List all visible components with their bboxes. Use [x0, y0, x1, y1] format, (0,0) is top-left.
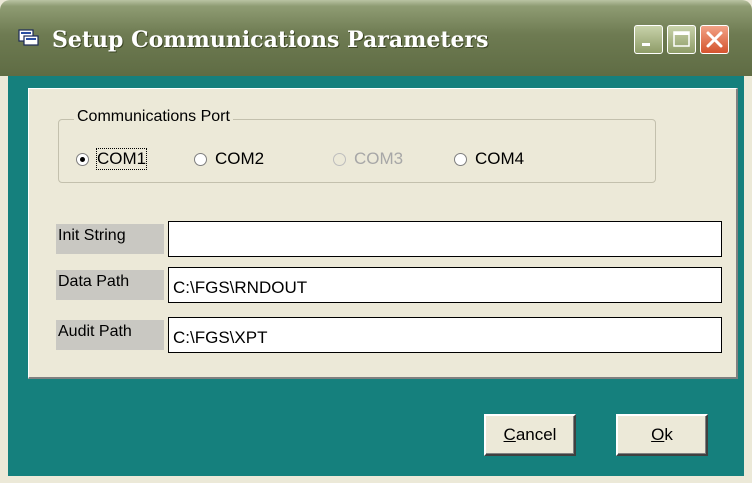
- window-title: Setup Communications Parameters: [52, 27, 489, 53]
- audit-path-input[interactable]: [168, 317, 722, 353]
- close-button[interactable]: [700, 25, 729, 54]
- cancel-label-rest: ancel: [515, 425, 557, 444]
- data-path-input[interactable]: [168, 267, 722, 303]
- minimize-button[interactable]: [634, 25, 663, 54]
- cancel-mnemonic: C: [503, 425, 516, 444]
- init-string-label: Init String: [56, 224, 164, 254]
- ok-mnemonic: O: [651, 425, 665, 444]
- radio-com2[interactable]: COM2: [194, 148, 264, 170]
- cancel-button[interactable]: Cancel: [484, 414, 576, 456]
- radio-com1-label: COM1: [95, 148, 148, 170]
- app-icon: [18, 29, 39, 46]
- radio-unchecked-icon: [454, 152, 467, 166]
- ok-label-rest: k: [664, 425, 673, 444]
- data-path-label: Data Path: [56, 270, 164, 300]
- audit-path-label: Audit Path: [56, 320, 164, 350]
- radio-com2-label: COM2: [215, 149, 265, 168]
- maximize-button[interactable]: [667, 25, 696, 54]
- radio-com3: COM3: [333, 148, 403, 170]
- radio-com4-label: COM4: [475, 149, 525, 168]
- communications-port-legend: Communications Port: [74, 108, 233, 126]
- maximize-icon: [673, 31, 690, 47]
- minimize-icon: [642, 43, 650, 46]
- init-string-input[interactable]: [168, 221, 722, 257]
- radio-disabled-icon: [333, 152, 346, 166]
- dialog-window: Setup Communications Parameters Communic…: [0, 0, 752, 483]
- ok-button[interactable]: Ok: [616, 414, 708, 456]
- close-icon: [706, 31, 723, 48]
- title-bar[interactable]: Setup Communications Parameters: [0, 0, 752, 76]
- radio-com1[interactable]: COM1: [76, 148, 148, 170]
- radio-com4[interactable]: COM4: [454, 148, 524, 170]
- radio-checked-icon: [76, 152, 89, 166]
- radio-com3-label: COM3: [354, 149, 404, 168]
- radio-unchecked-icon: [194, 152, 207, 166]
